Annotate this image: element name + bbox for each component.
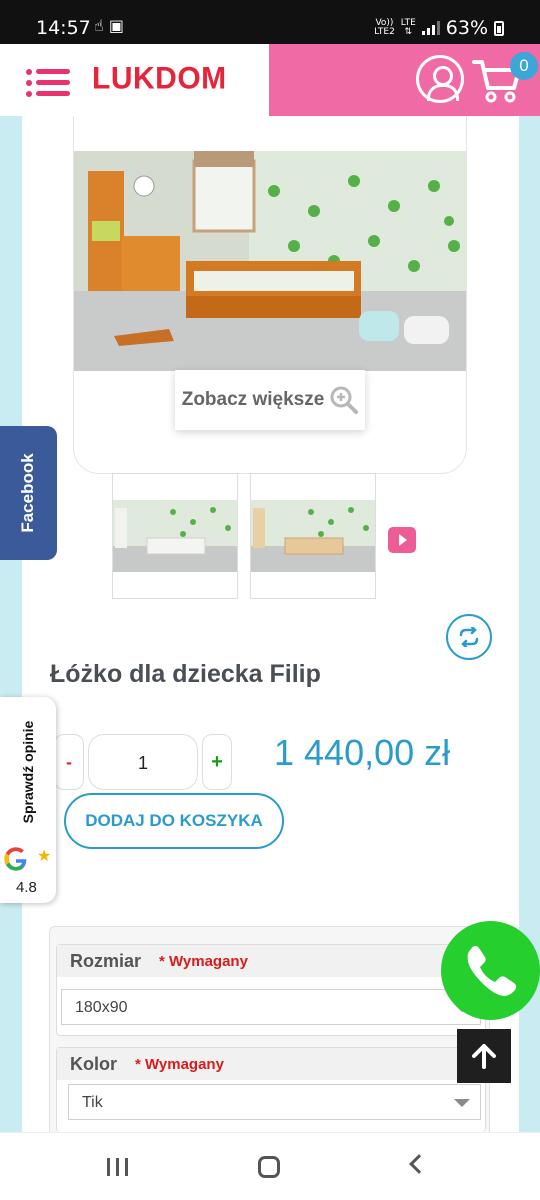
system-nav-bar [0, 1132, 540, 1200]
signal-icon [421, 21, 440, 35]
option-size-label: Rozmiar [70, 950, 142, 971]
quantity-increase-button[interactable]: + [202, 734, 232, 790]
option-color-label: Kolor [70, 1053, 117, 1074]
recent-apps-icon[interactable] [107, 1158, 129, 1176]
option-color: Kolor * Wymagany Tik [56, 1047, 486, 1132]
next-arrow-icon[interactable] [388, 527, 416, 553]
user-icon[interactable] [416, 55, 464, 103]
logo[interactable]: LUKDOM [92, 61, 227, 97]
option-color-required: * Wymagany [135, 1055, 224, 1073]
scroll-to-top-button[interactable] [457, 1029, 511, 1083]
reviews-label: Sprawdź opinie [20, 720, 36, 824]
color-select[interactable]: Tik [68, 1084, 481, 1120]
chevron-down-icon [454, 1099, 470, 1107]
option-size: Rozmiar * Wymagany 180x90 [56, 944, 486, 1036]
quantity-decrease-button[interactable]: - [54, 734, 84, 790]
refresh-icon[interactable] [446, 614, 492, 660]
reviews-score: 4.8 [16, 879, 37, 896]
status-time: 14:57 [36, 17, 91, 39]
menu-icon[interactable] [26, 68, 70, 98]
volte-indicator: Vo)) LTE2 [374, 18, 395, 37]
network-indicator: LTE ⇅ [400, 18, 416, 37]
battery-icon [494, 20, 504, 36]
star-icon: ★ [37, 848, 52, 865]
arrow-up-icon [472, 1044, 496, 1069]
reviews-widget[interactable]: Sprawdź opinie [0, 697, 56, 903]
size-select[interactable]: 180x90 [61, 989, 481, 1025]
quantity-input[interactable]: 1 [88, 734, 198, 790]
google-icon [4, 847, 27, 871]
site-header: LUKDOM 0 [0, 44, 540, 116]
status-right: Vo)) LTE2 LTE ⇅ 63% [374, 17, 504, 39]
facebook-tab[interactable]: Facebook [0, 426, 57, 560]
product-price: 1 440,00 zł [274, 732, 451, 773]
home-icon[interactable] [258, 1156, 280, 1178]
add-to-cart-button[interactable]: DODAJ DO KOSZYKA [64, 793, 284, 849]
size-select-value: 180x90 [75, 999, 128, 1016]
zoom-label: Zobacz większe [181, 389, 325, 410]
phone-icon [467, 945, 517, 996]
battery-level: 63% [445, 17, 488, 39]
thumbnail-1[interactable] [112, 473, 238, 599]
back-icon[interactable] [409, 1154, 429, 1174]
status-bar: 14:57 ☝ ▣ Vo)) LTE2 LTE ⇅ 63% [0, 0, 540, 44]
cart-count-badge: 0 [510, 52, 538, 80]
facebook-label: Facebook [18, 453, 37, 533]
zoom-icon [330, 386, 359, 414]
zoom-button[interactable]: Zobacz większe [175, 370, 365, 430]
product-main-image[interactable] [74, 151, 466, 371]
notification-icons: ☝ ▣ [94, 16, 124, 35]
color-select-value: Tik [82, 1094, 103, 1111]
option-size-required: * Wymagany [159, 952, 248, 970]
phone-button[interactable] [441, 921, 540, 1020]
thumbnail-2[interactable] [250, 473, 376, 599]
product-title: Łóżko dla dziecka Filip [50, 660, 321, 688]
